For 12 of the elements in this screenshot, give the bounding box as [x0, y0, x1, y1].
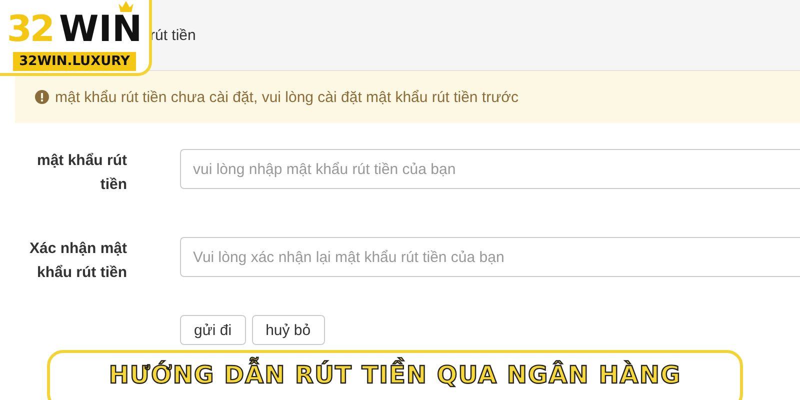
logo-domain: 32WIN.LUXURY — [13, 52, 136, 71]
password-field[interactable]: vui lòng nhập mật khẩu rút tiền của bạn — [180, 149, 800, 189]
submit-button[interactable]: gửi đi — [180, 315, 246, 345]
crown-icon — [118, 1, 134, 12]
exclamation-icon — [35, 90, 49, 104]
cancel-button[interactable]: huỷ bỏ — [252, 315, 325, 345]
logo-word: WIN — [58, 12, 142, 48]
field-label: mật khẩu rút tiền — [36, 151, 127, 195]
alert-text: mật khẩu rút tiền chưa cài đặt, vui lòng cài đặt mật khẩu rút tiền trước — [55, 88, 518, 106]
logo-number: 32 — [6, 12, 53, 48]
password-field[interactable]: Vui lòng xác nhận lại mật khẩu rút tiền của bạn — [180, 237, 800, 277]
field-label: Xác nhận mật khẩu rút tiền — [28, 239, 127, 283]
